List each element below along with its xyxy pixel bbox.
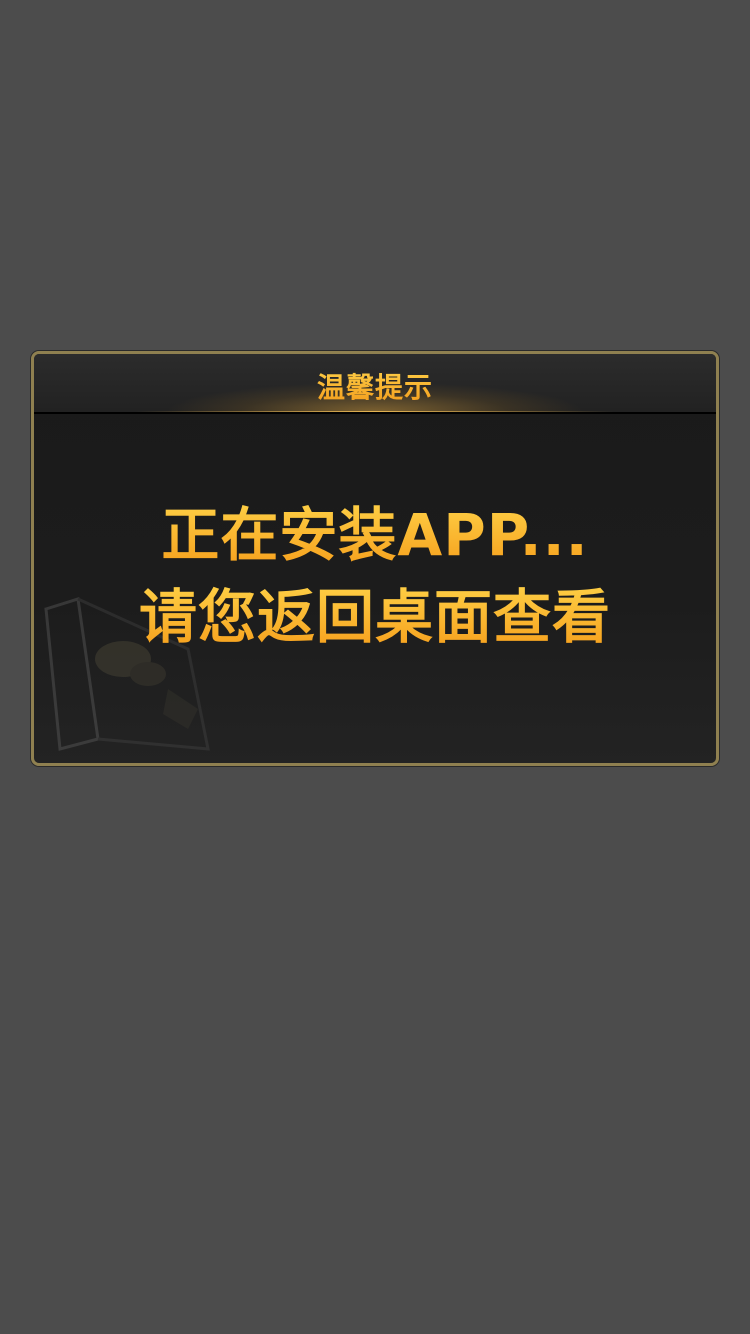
install-tip-dialog: 温馨提示 正在安装APP... 请您返回桌面查看 [31,351,719,766]
dialog-message: 正在安装APP... 请您返回桌面查看 [34,494,716,658]
message-line-return-home: 请您返回桌面查看 [34,576,716,658]
dialog-title: 温馨提示 [34,366,716,406]
dialog-header: 温馨提示 [34,354,716,414]
screen: 温馨提示 正在安装APP... 请您返回桌面查看 [0,0,750,1334]
message-line-installing: 正在安装APP... [34,494,716,576]
header-divider [136,411,614,412]
